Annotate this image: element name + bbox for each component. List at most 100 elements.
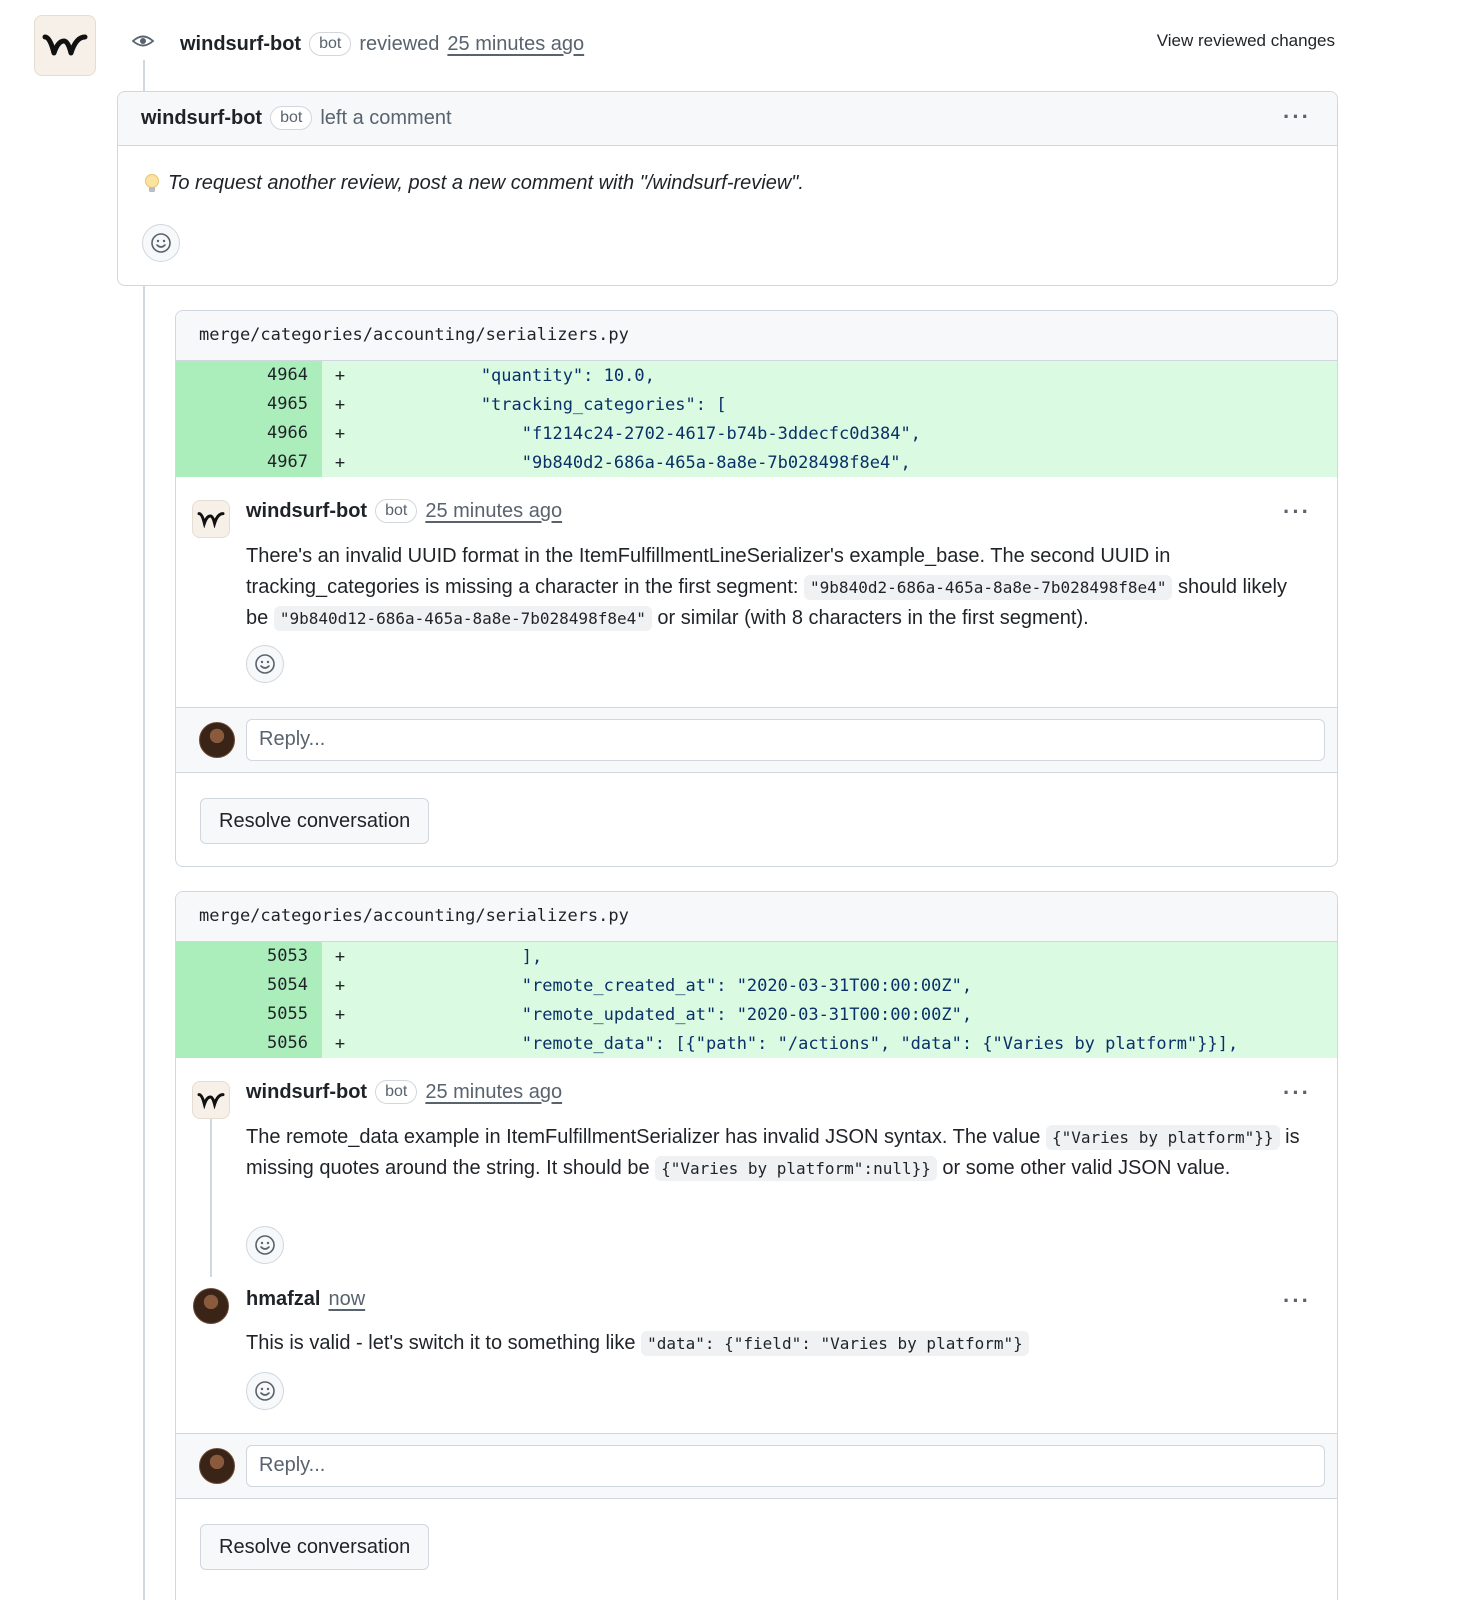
diff-code: "tracking_categories": [ xyxy=(358,394,727,415)
summary-comment-card: windsurf-bot bot left a comment ··· To r… xyxy=(117,91,1338,286)
file-path[interactable]: merge/categories/accounting/serializers.… xyxy=(199,325,629,345)
line-number[interactable]: 4964 xyxy=(176,361,322,390)
comment-body: There's an invalid UUID format in the It… xyxy=(246,541,1309,634)
windsurf-logo-icon xyxy=(42,34,88,55)
diff-line: 5056 + "remote_data": [{"path": "/action… xyxy=(176,1029,1337,1058)
comment-author[interactable]: windsurf-bot xyxy=(246,1081,367,1104)
comment-time-link[interactable]: now xyxy=(328,1288,365,1311)
line-number[interactable]: 4966 xyxy=(176,419,322,448)
comment-header: windsurf-bot bot 25 minutes ago xyxy=(246,1080,562,1104)
review-header: windsurf-bot bot reviewed 25 minutes ago xyxy=(180,28,584,60)
diff-line: 4964 + "quantity": 10.0, xyxy=(176,361,1337,390)
line-number[interactable]: 5055 xyxy=(176,1000,322,1029)
review-comment: windsurf-bot bot 25 minutes ago ··· The … xyxy=(176,1058,1337,1268)
diff-sign: + xyxy=(334,1004,346,1025)
inline-code: "9b840d12-686a-465a-8a8e-7b028498f8e4" xyxy=(273,606,652,631)
diff-code: ], xyxy=(358,946,543,967)
line-number[interactable]: 5056 xyxy=(176,1029,322,1058)
inline-code: {"Varies by platform"}} xyxy=(1046,1125,1280,1150)
summary-action: left a comment xyxy=(320,106,452,129)
bot-badge: bot xyxy=(375,1080,418,1104)
diff-code: "9b840d2-686a-465a-8a8e-7b028498f8e4", xyxy=(358,452,911,473)
timeline-line xyxy=(143,60,145,1600)
review-time-link[interactable]: 25 minutes ago xyxy=(447,33,584,56)
bot-badge: bot xyxy=(309,32,352,56)
line-number[interactable]: 5053 xyxy=(176,942,322,971)
summary-tip: To request another review, post a new co… xyxy=(144,172,804,195)
windsurf-bot-avatar[interactable] xyxy=(192,500,230,538)
comment-text: or some other valid JSON value. xyxy=(942,1157,1231,1179)
diff-line: 4965 + "tracking_categories": [ xyxy=(176,390,1337,419)
diff-code: "remote_updated_at": "2020-03-31T00:00:0… xyxy=(358,1004,973,1025)
comment-text: The remote_data example in ItemFulfillme… xyxy=(246,1126,1041,1148)
comment-header: hmafzal now xyxy=(246,1288,365,1311)
diff-line: 5053 + ], xyxy=(176,942,1337,971)
diff-hunk: 4964 + "quantity": 10.0, 4965 + "trackin… xyxy=(176,361,1337,477)
bot-badge: bot xyxy=(375,499,418,523)
file-path[interactable]: merge/categories/accounting/serializers.… xyxy=(199,906,629,926)
eye-icon xyxy=(124,22,162,60)
inline-code: "9b840d2-686a-465a-8a8e-7b028498f8e4" xyxy=(804,575,1173,600)
hmafzal-avatar[interactable] xyxy=(193,1288,229,1324)
user-avatar[interactable] xyxy=(199,1448,235,1484)
lightbulb-icon xyxy=(145,173,159,192)
line-number[interactable]: 4965 xyxy=(176,390,322,419)
file-header: merge/categories/accounting/serializers.… xyxy=(176,311,1337,361)
smiley-icon[interactable] xyxy=(246,1226,284,1264)
diff-sign: + xyxy=(334,365,346,386)
reply-comment: hmafzal now ··· This is valid - let's sw… xyxy=(176,1268,1337,1433)
diff-line: 4966 + "f1214c24-2702-4617-b74b-3ddecfc0… xyxy=(176,419,1337,448)
inline-code: "data": {"field": "Varies by platform"} xyxy=(641,1331,1029,1356)
diff-sign: + xyxy=(334,394,346,415)
diff-line: 4967 + "9b840d2-686a-465a-8a8e-7b028498f… xyxy=(176,448,1337,477)
line-number[interactable]: 4967 xyxy=(176,448,322,477)
review-thread-1: merge/categories/accounting/serializers.… xyxy=(175,310,1338,867)
bot-badge: bot xyxy=(270,106,313,130)
summary-comment-header: windsurf-bot bot left a comment ··· xyxy=(118,92,1337,146)
inline-code: {"Varies by platform":null}} xyxy=(655,1156,937,1181)
windsurf-bot-avatar[interactable] xyxy=(192,1081,230,1119)
line-number[interactable]: 5054 xyxy=(176,971,322,1000)
resolve-conversation-button[interactable]: Resolve conversation xyxy=(200,798,430,844)
comment-author[interactable]: windsurf-bot xyxy=(246,500,367,523)
kebab-horizontal-icon[interactable]: ··· xyxy=(1283,104,1311,130)
kebab-horizontal-icon[interactable]: ··· xyxy=(1283,499,1311,525)
diff-code: "remote_data": [{"path": "/actions", "da… xyxy=(358,1033,1239,1054)
reply-area: Reply... xyxy=(176,707,1337,773)
diff-code: "quantity": 10.0, xyxy=(358,365,655,386)
comment-author[interactable]: hmafzal xyxy=(246,1288,320,1311)
review-author[interactable]: windsurf-bot xyxy=(180,33,301,56)
comment-text: or similar (with 8 characters in the fir… xyxy=(657,607,1089,629)
smiley-icon[interactable] xyxy=(246,1372,284,1410)
comment-text: This is valid - let's switch it to somet… xyxy=(246,1332,636,1354)
windsurf-logo-icon xyxy=(197,512,225,528)
comment-time-link[interactable]: 25 minutes ago xyxy=(425,1081,562,1104)
view-reviewed-changes-link[interactable]: View reviewed changes xyxy=(1157,31,1335,51)
smiley-icon[interactable] xyxy=(246,645,284,683)
comment-body: The remote_data example in ItemFulfillme… xyxy=(246,1122,1309,1184)
reply-input[interactable]: Reply... xyxy=(246,719,1325,761)
diff-sign: + xyxy=(334,946,346,967)
diff-sign: + xyxy=(334,975,346,996)
resolve-conversation-button[interactable]: Resolve conversation xyxy=(200,1524,430,1570)
diff-sign: + xyxy=(334,452,346,473)
diff-line: 5054 + "remote_created_at": "2020-03-31T… xyxy=(176,971,1337,1000)
windsurf-bot-avatar[interactable] xyxy=(34,15,96,76)
reply-area: Reply... xyxy=(176,1433,1337,1499)
user-avatar[interactable] xyxy=(199,722,235,758)
diff-code: "remote_created_at": "2020-03-31T00:00:0… xyxy=(358,975,973,996)
summary-author[interactable]: windsurf-bot xyxy=(141,107,262,130)
comment-body: This is valid - let's switch it to somet… xyxy=(246,1328,1309,1359)
diff-line: 5055 + "remote_updated_at": "2020-03-31T… xyxy=(176,1000,1337,1029)
kebab-horizontal-icon[interactable]: ··· xyxy=(1283,1288,1311,1314)
file-header: merge/categories/accounting/serializers.… xyxy=(176,892,1337,942)
diff-code: "f1214c24-2702-4617-b74b-3ddecfc0d384", xyxy=(358,423,921,444)
review-action: reviewed xyxy=(359,32,440,55)
smiley-icon[interactable] xyxy=(142,224,180,262)
comment-time-link[interactable]: 25 minutes ago xyxy=(425,500,562,523)
diff-sign: + xyxy=(334,423,346,444)
reply-input[interactable]: Reply... xyxy=(246,1445,1325,1487)
summary-tip-text: To request another review, post a new co… xyxy=(168,172,804,194)
windsurf-logo-icon xyxy=(197,1093,225,1109)
kebab-horizontal-icon[interactable]: ··· xyxy=(1283,1080,1311,1106)
